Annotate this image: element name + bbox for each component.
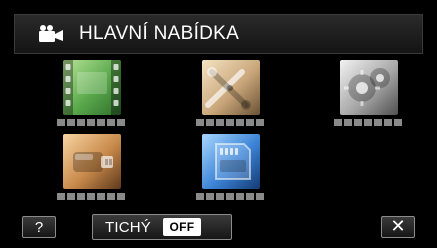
- page-title: HLAVNÍ NABÍDKA: [79, 23, 240, 44]
- main-menu-screen: HLAVNÍ NABÍDKA ? TICHÝ OFF ✕: [0, 0, 437, 248]
- help-label: ?: [34, 218, 44, 236]
- menu-item-label-mask: [196, 119, 266, 126]
- menu-item-label-mask: [57, 193, 127, 200]
- menu-item-film[interactable]: [57, 60, 127, 126]
- menu-item-edit[interactable]: [196, 60, 266, 126]
- gears-icon: [340, 60, 398, 115]
- menu-item-sd[interactable]: [196, 134, 266, 200]
- menu-grid: [14, 60, 423, 210]
- camcorder-icon: [39, 25, 63, 42]
- menu-item-label-mask: [57, 119, 127, 126]
- menu-item-label-mask: [196, 193, 266, 200]
- menu-item-settings[interactable]: [334, 60, 404, 126]
- header-bar: HLAVNÍ NABÍDKA: [14, 14, 423, 54]
- silent-state-badge: OFF: [163, 218, 201, 236]
- help-button[interactable]: ?: [22, 216, 56, 238]
- silent-label: TICHÝ: [105, 218, 151, 236]
- film-strip-icon: [63, 60, 121, 115]
- sd-card-icon: [202, 134, 260, 189]
- silent-mode-button[interactable]: TICHÝ OFF: [92, 214, 232, 240]
- bottom-bar: ? TICHÝ OFF ✕: [14, 214, 423, 240]
- usb-drive-icon: [63, 134, 121, 189]
- menu-item-label-mask: [334, 119, 404, 126]
- menu-item-usb[interactable]: [57, 134, 127, 200]
- close-button[interactable]: ✕: [381, 216, 415, 238]
- close-icon: ✕: [390, 216, 406, 236]
- scissors-icon: [202, 60, 260, 115]
